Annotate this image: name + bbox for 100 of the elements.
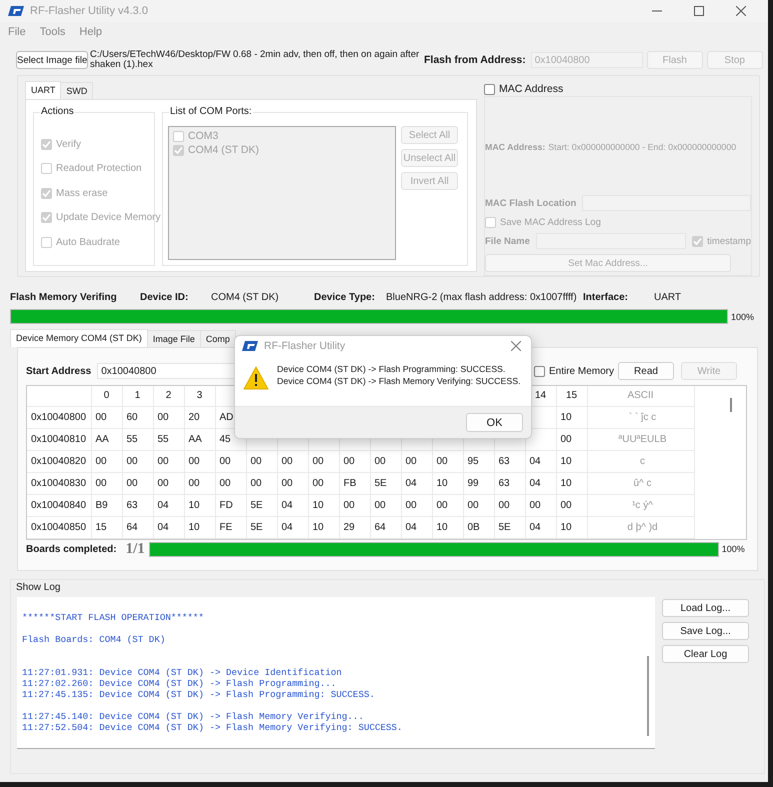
log-line: Flash Boards: COM4 (ST DK) (22, 634, 166, 645)
table-cell: 04 (277, 516, 308, 538)
check-icon (174, 146, 183, 154)
tab[interactable]: UART (25, 81, 62, 99)
table-cell: 00 (122, 472, 153, 494)
button[interactable]: Read (618, 362, 674, 380)
table-cell: 00 (556, 494, 587, 516)
checkbox-label: Auto Baudrate (56, 236, 120, 248)
file-path: C:/Users/ETechW46/Desktop/FW 0.68 - 2min adv, then off, then on again after shaken (1).hex (90, 50, 420, 70)
group-title: Actions (40, 106, 75, 117)
table-cell: 10 (556, 472, 587, 494)
field-label: Device Type: (314, 292, 376, 302)
row-address: 0x10040830 (27, 472, 91, 494)
tab[interactable]: Comp (200, 330, 236, 347)
log-line: 11:27:52.504: Device COM4 (ST DK) -> Flash Memory Verifying: SUCCESS. (22, 722, 404, 733)
check-icon (693, 236, 702, 246)
tab[interactable]: Device Memory COM4 (ST DK) (10, 329, 148, 347)
row-address: 0x10040810 (27, 428, 91, 450)
column-header: 2 (153, 386, 184, 406)
table-cell: 00 (308, 472, 339, 494)
ascii-cell: û^ c (587, 472, 694, 494)
scrollbar[interactable] (647, 656, 649, 736)
table-cell: 29 (339, 516, 370, 538)
table-cell: 00 (215, 450, 246, 472)
table-cell: 10 (556, 516, 587, 538)
table-cell: 00 (432, 450, 463, 472)
table-cell: 60 (122, 406, 153, 428)
progress-percent: 100% (731, 312, 754, 322)
table-cell: 63 (122, 494, 153, 516)
table-cell: B9 (91, 494, 122, 516)
group-title: List of COM Ports: (169, 106, 253, 117)
table-cell: 10 (184, 494, 215, 516)
table-cell: 64 (122, 516, 153, 538)
table-cell: 04 (153, 494, 184, 516)
table-cell: 04 (525, 472, 556, 494)
table-cell: 00 (556, 428, 587, 450)
button[interactable]: Select Image file (16, 51, 88, 69)
close-icon (736, 6, 746, 16)
button[interactable]: Load Log... (662, 599, 749, 617)
table-cell: 00 (122, 450, 153, 472)
table-cell: 0B (463, 516, 494, 538)
tab[interactable]: SWD (60, 82, 94, 99)
table-cell: 5E (246, 494, 277, 516)
table-cell: 10 (432, 516, 463, 538)
dialog-title: RF-Flasher Utility (264, 340, 346, 352)
checkbox[interactable] (534, 366, 545, 376)
log-line: 11:27:02.260: Device COM4 (ST DK) -> Flash Programming... (22, 678, 338, 689)
table-cell: 10 (556, 450, 587, 472)
table-cell: 55 (122, 428, 153, 450)
table-cell: 5E (370, 472, 401, 494)
table-cell: 00 (463, 494, 494, 516)
scrollbar[interactable] (730, 398, 732, 412)
dialog-message: Device COM4 (ST DK) -> Flash Memory Verifying: SUCCESS. (277, 376, 521, 387)
table-cell: 00 (401, 450, 432, 472)
table-cell: 04 (153, 516, 184, 538)
ascii-cell: ` ` ĵc c (587, 406, 694, 428)
table-cell: 00 (494, 494, 525, 516)
table-cell: 00 (277, 450, 308, 472)
field-label: Flash from Address: (424, 54, 526, 66)
column-header: 15 (556, 386, 587, 406)
table-cell: 00 (308, 450, 339, 472)
checkbox-label: Entire Memory (548, 366, 614, 376)
table-cell: 00 (370, 494, 401, 516)
field-value: UART (654, 292, 682, 302)
table-cell: FD (215, 494, 246, 516)
field-label: File Name (485, 236, 530, 246)
warning-icon (243, 366, 269, 390)
table-cell: 00 (339, 494, 370, 516)
ascii-cell: c (587, 450, 694, 472)
checkbox-label: timestamp (707, 236, 751, 246)
ascii-cell: d þ^ )d (587, 516, 694, 538)
table-cell: 04 (277, 494, 308, 516)
tab[interactable]: Image File (146, 330, 201, 347)
table-cell: 5E (494, 516, 525, 538)
checkbox-label: COM3 (188, 130, 218, 142)
table-cell: 00 (246, 450, 277, 472)
table-cell: 00 (184, 450, 215, 472)
button[interactable]: Save Log... (662, 622, 749, 640)
table-cell: 00 (277, 472, 308, 494)
log-line: 11:27:45.140: Device COM4 (ST DK) -> Flash Memory Verifying... (22, 711, 365, 722)
board-count: 1/1 (126, 540, 145, 558)
column-header: 0 (91, 386, 122, 406)
ascii-cell: ¹c ý^ (587, 494, 694, 516)
field-label: Interface: (583, 292, 630, 302)
table-cell: 04 (401, 516, 432, 538)
row-address: 0x10040850 (27, 516, 91, 538)
table-cell: 00 (370, 450, 401, 472)
field-label: Boards completed: (26, 544, 117, 554)
logo-icon (8, 6, 24, 16)
button[interactable]: OK (466, 413, 523, 432)
button[interactable]: Clear Log (662, 645, 749, 663)
table-cell: 15 (91, 516, 122, 538)
table-cell: 20 (184, 406, 215, 428)
table-cell: 00 (401, 494, 432, 516)
group-title: Show Log (16, 582, 60, 593)
table-cell: 63 (494, 472, 525, 494)
table-cell: AA (91, 428, 122, 450)
table-cell: 00 (153, 406, 184, 428)
table-cell: 10 (432, 472, 463, 494)
field-value: BlueNRG-2 (max flash address: 0x1007ffff) (386, 292, 578, 302)
